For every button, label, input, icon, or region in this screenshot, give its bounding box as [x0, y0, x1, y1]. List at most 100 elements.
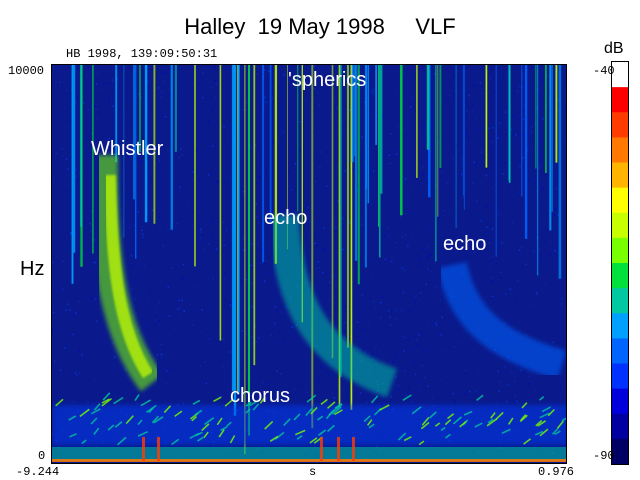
noise-speck — [251, 336, 253, 338]
noise-speck — [201, 309, 203, 311]
noise-speck — [299, 150, 301, 152]
noise-speck — [225, 229, 227, 232]
noise-speck — [65, 309, 67, 311]
noise-speck — [195, 311, 198, 313]
noise-speck — [499, 381, 501, 383]
noise-speck — [320, 151, 323, 153]
noise-speck — [502, 173, 505, 175]
noise-speck — [389, 162, 392, 165]
noise-speck — [197, 250, 200, 252]
impulse-mark — [320, 437, 323, 461]
noise-speck — [149, 387, 152, 389]
noise-speck — [276, 370, 278, 372]
noise-speck — [70, 232, 72, 234]
noise-speck — [359, 349, 361, 351]
noise-speck — [482, 92, 484, 94]
noise-speck — [250, 147, 253, 149]
noise-speck — [194, 274, 197, 276]
noise-speck — [294, 162, 296, 165]
noise-speck — [395, 153, 398, 155]
noise-speck — [343, 336, 346, 339]
noise-speck — [53, 283, 55, 285]
noise-speck — [539, 147, 542, 149]
noise-speck — [438, 367, 441, 369]
noise-speck — [155, 319, 157, 321]
noise-speck — [419, 160, 421, 162]
noise-speck — [168, 228, 170, 231]
noise-speck — [322, 271, 324, 274]
noise-speck — [425, 349, 427, 351]
noise-speck — [506, 311, 509, 313]
noise-speck — [95, 118, 98, 120]
noise-speck — [421, 247, 424, 250]
noise-speck — [535, 329, 537, 332]
noise-speck — [358, 319, 361, 321]
noise-speck — [99, 91, 101, 93]
noise-speck — [274, 322, 276, 325]
noise-speck — [87, 401, 89, 403]
noise-speck — [521, 246, 523, 248]
noise-speck — [295, 398, 297, 400]
noise-speck — [467, 223, 469, 225]
y-axis-label: Hz — [20, 258, 45, 280]
noise-speck — [166, 370, 168, 372]
noise-speck — [323, 248, 326, 250]
noise-speck — [212, 195, 214, 197]
noise-speck — [436, 286, 438, 289]
noise-speck — [566, 146, 567, 147]
noise-speck — [491, 280, 494, 282]
noise-speck — [270, 334, 272, 336]
noise-speck — [372, 301, 375, 303]
noise-speck — [397, 384, 400, 387]
noise-speck — [258, 176, 260, 178]
noise-speck — [419, 106, 421, 108]
noise-speck — [178, 90, 180, 92]
noise-speck — [281, 204, 284, 206]
noise-speck — [223, 244, 225, 247]
noise-speck — [490, 126, 493, 128]
noise-speck — [487, 375, 489, 377]
noise-speck — [96, 320, 98, 322]
colorbar-swatch — [612, 313, 628, 339]
noise-speck — [245, 101, 248, 103]
noise-speck — [427, 268, 429, 271]
colorbar-swatch — [612, 363, 628, 390]
noise-speck — [511, 174, 513, 176]
noise-speck — [242, 249, 245, 251]
noise-speck — [371, 70, 373, 72]
noise-speck — [138, 93, 140, 95]
noise-speck — [385, 287, 387, 289]
noise-speck — [485, 270, 487, 272]
noise-speck — [94, 298, 97, 300]
noise-speck — [328, 228, 331, 230]
noise-speck — [377, 292, 379, 294]
noise-speck — [265, 169, 267, 171]
noise-speck — [181, 154, 183, 156]
noise-speck — [509, 323, 512, 325]
noise-speck — [214, 97, 217, 99]
noise-speck — [303, 204, 305, 206]
hiss-band — [52, 447, 566, 461]
noise-speck — [454, 146, 456, 148]
noise-speck — [376, 445, 378, 447]
noise-speck — [482, 219, 484, 221]
noise-speck — [299, 121, 302, 123]
noise-speck — [436, 324, 438, 326]
noise-speck — [405, 339, 408, 341]
noise-speck — [167, 286, 169, 288]
noise-speck — [288, 170, 290, 172]
noise-speck — [488, 302, 491, 304]
noise-speck — [418, 334, 420, 336]
noise-speck — [242, 191, 245, 193]
noise-speck — [513, 137, 515, 140]
noise-speck — [393, 105, 395, 108]
noise-speck — [225, 175, 227, 177]
noise-speck — [377, 324, 379, 326]
noise-speck — [361, 136, 363, 138]
noise-speck — [491, 277, 493, 279]
noise-speck — [87, 108, 89, 111]
noise-speck — [205, 382, 207, 385]
noise-speck — [470, 69, 472, 71]
noise-speck — [497, 137, 499, 139]
noise-speck — [76, 396, 78, 399]
